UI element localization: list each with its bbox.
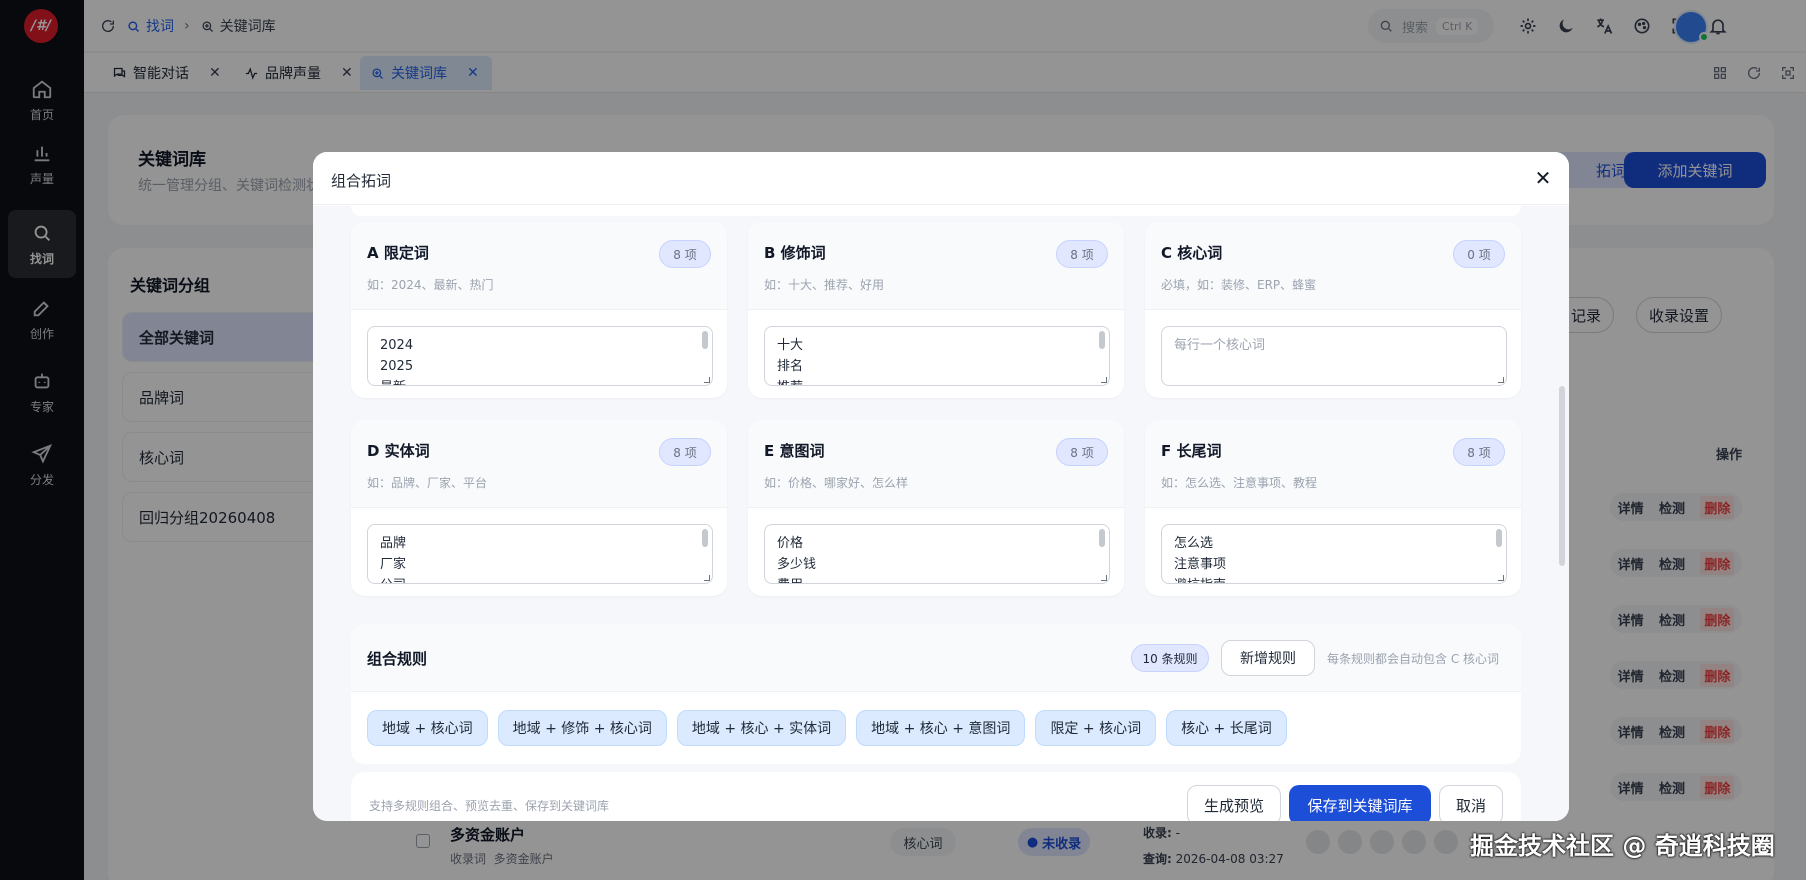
modifier-words-textarea[interactable]: 十大 排名 推荐 [764, 326, 1110, 386]
combo-rules-section: 组合规则 10 条规则 新增规则 每条规则都会自动包含 C 核心词 地域 + 核… [351, 624, 1521, 764]
rule-chips: 地域 + 核心词 地域 + 修饰 + 核心词 地域 + 核心 + 实体词 地域 … [367, 710, 1287, 746]
combo-expand-modal: 组合拓词 ✕ A 限定词 如：2024、最新、热门 8 项 2024 2025 … [313, 152, 1569, 821]
card-hint: 必填，如：装修、ERP、蜂蜜 [1161, 278, 1317, 292]
word-card-f: F 长尾词 如：怎么选、注意事项、教程 8 项 怎么选 注意事项 避坑指南 [1145, 420, 1521, 596]
qualifier-words-textarea[interactable]: 2024 2025 最新 [367, 326, 713, 386]
modal-body: A 限定词 如：2024、最新、热门 8 项 2024 2025 最新 B 修饰… [313, 206, 1569, 821]
longtail-words-textarea[interactable]: 怎么选 注意事项 避坑指南 [1161, 524, 1507, 584]
textarea-scrollbar[interactable] [702, 529, 708, 547]
textarea-scrollbar[interactable] [1099, 331, 1105, 349]
core-words-textarea[interactable]: 每行一个核心词 [1161, 326, 1507, 386]
rule-chip[interactable]: 核心 + 长尾词 [1166, 710, 1287, 746]
card-count-badge: 0 项 [1453, 240, 1505, 268]
card-count-badge: 8 项 [1056, 240, 1108, 268]
modal-title: 组合拓词 [331, 172, 392, 190]
generate-preview-button[interactable]: 生成预览 [1187, 785, 1281, 821]
textarea-scrollbar[interactable] [702, 331, 708, 349]
card-title: A 限定词 [367, 244, 429, 262]
close-icon[interactable]: ✕ [1531, 166, 1555, 190]
resize-grip-icon[interactable] [704, 575, 710, 581]
rule-chip[interactable]: 限定 + 核心词 [1035, 710, 1157, 746]
rules-count-badge: 10 条规则 [1131, 644, 1209, 672]
card-hint: 如：怎么选、注意事项、教程 [1161, 476, 1318, 490]
modal-header: 组合拓词 ✕ [313, 152, 1569, 205]
entity-words-textarea[interactable]: 品牌 厂家 公司 [367, 524, 713, 584]
resize-grip-icon[interactable] [1498, 575, 1504, 581]
rules-note: 每条规则都会自动包含 C 核心词 [1327, 652, 1500, 666]
card-count-badge: 8 项 [1056, 438, 1108, 466]
watermark: 掘金技术社区 @ 奇逍科技圈 [1470, 832, 1775, 860]
intent-words-textarea[interactable]: 价格 多少钱 费用 [764, 524, 1110, 584]
word-card-b: B 修饰词 如：十大、推荐、好用 8 项 十大 排名 推荐 [748, 222, 1124, 398]
card-hint: 如：品牌、厂家、平台 [367, 476, 488, 490]
resize-grip-icon[interactable] [1101, 575, 1107, 581]
rule-chip[interactable]: 地域 + 核心词 [367, 710, 488, 746]
word-card-d: D 实体词 如：品牌、厂家、平台 8 项 品牌 厂家 公司 [351, 420, 727, 596]
prev-section-edge [351, 206, 1521, 216]
textarea-scrollbar[interactable] [1099, 529, 1105, 547]
word-card-c: C 核心词 必填，如：装修、ERP、蜂蜜 0 项 每行一个核心词 [1145, 222, 1521, 398]
card-count-badge: 8 项 [659, 438, 711, 466]
resize-grip-icon[interactable] [1101, 377, 1107, 383]
card-title: F 长尾词 [1161, 442, 1222, 460]
card-title: C 核心词 [1161, 244, 1223, 262]
modal-scrollbar[interactable] [1559, 386, 1565, 566]
rule-chip[interactable]: 地域 + 核心 + 意图词 [856, 710, 1026, 746]
card-count-badge: 8 项 [659, 240, 711, 268]
resize-grip-icon[interactable] [1498, 377, 1504, 383]
word-card-e: E 意图词 如：价格、哪家好、怎么样 8 项 价格 多少钱 费用 [748, 420, 1124, 596]
card-hint: 如：价格、哪家好、怎么样 [764, 476, 909, 490]
save-to-library-button[interactable]: 保存到关键词库 [1289, 785, 1431, 821]
card-title: B 修饰词 [764, 244, 826, 262]
cancel-button[interactable]: 取消 [1439, 785, 1503, 821]
rule-chip[interactable]: 地域 + 核心 + 实体词 [676, 710, 847, 746]
footer-note: 支持多规则组合、预览去重、保存到关键词库 [369, 799, 610, 813]
rules-title: 组合规则 [367, 650, 428, 668]
resize-grip-icon[interactable] [704, 377, 710, 383]
card-count-badge: 8 项 [1453, 438, 1505, 466]
card-title: D 实体词 [367, 442, 430, 460]
rule-chip[interactable]: 地域 + 修饰 + 核心词 [497, 710, 667, 746]
word-card-a: A 限定词 如：2024、最新、热门 8 项 2024 2025 最新 [351, 222, 727, 398]
modal-footer: 支持多规则组合、预览去重、保存到关键词库 生成预览 保存到关键词库 取消 [351, 772, 1521, 821]
card-title: E 意图词 [764, 442, 825, 460]
textarea-scrollbar[interactable] [1496, 529, 1502, 547]
card-hint: 如：2024、最新、热门 [367, 278, 494, 292]
add-rule-button[interactable]: 新增规则 [1221, 640, 1315, 676]
card-hint: 如：十大、推荐、好用 [764, 278, 885, 292]
